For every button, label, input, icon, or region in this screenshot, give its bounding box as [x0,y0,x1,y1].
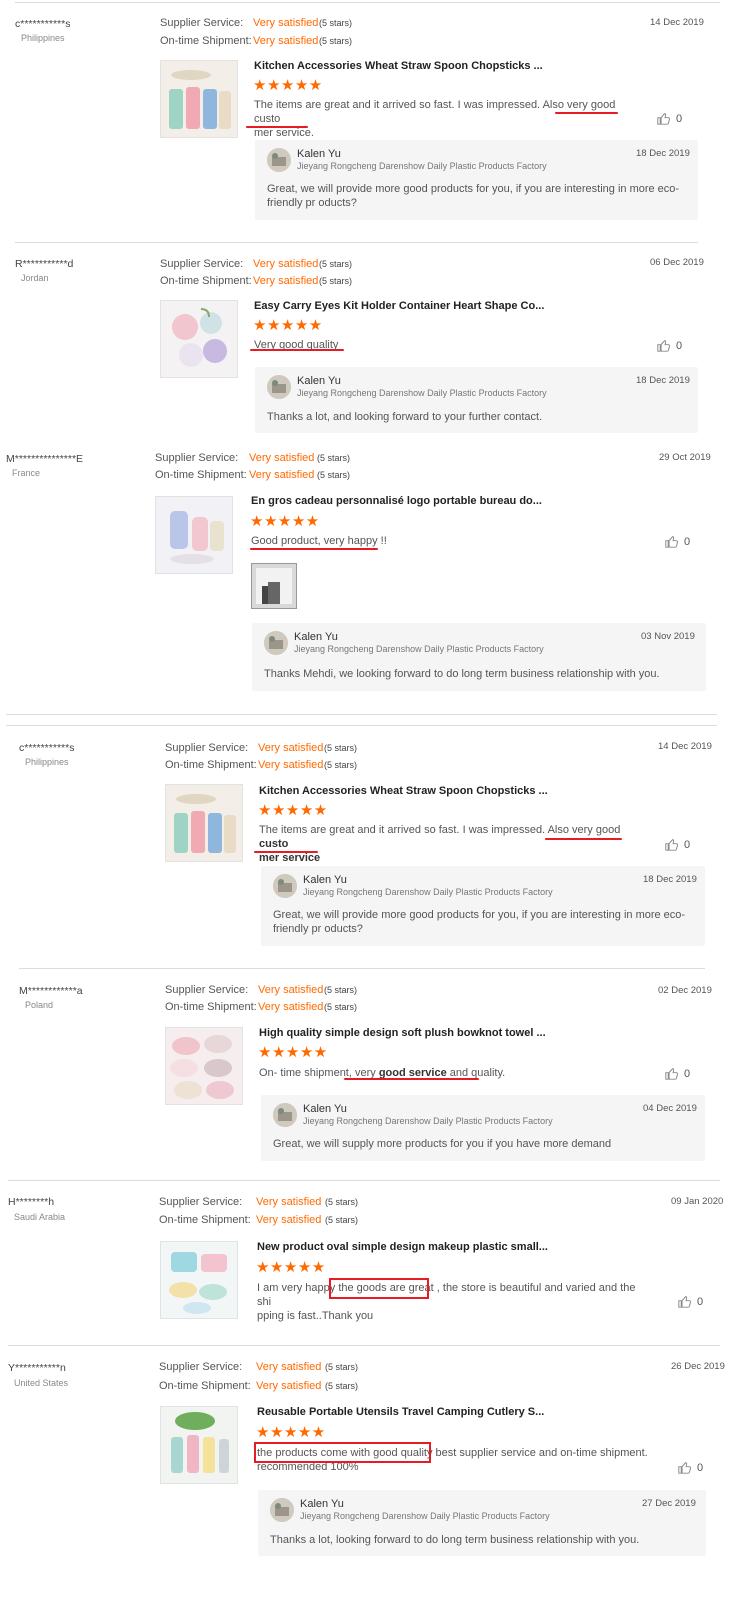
reply-date: 27 Dec 2019 [642,1498,696,1509]
like-count: 0 [697,1462,704,1474]
supplier-service-label: Supplier Service: [159,1361,243,1373]
ontime-shipment-label: On-time Shipment: [159,1380,251,1392]
thumbs-up-icon [678,1462,692,1474]
rating-stars: ★★★★★ [256,1424,326,1441]
supplier-reply: Kalen Yu Jieyang Rongcheng Darenshow Dai… [258,1490,706,1556]
product-thumbnail[interactable] [160,1406,238,1484]
ontime-shipment-stars: (5 stars) [325,1381,359,1391]
review-card: Y***********n United States Supplier Ser… [0,0,750,1616]
reply-author: Kalen Yu [300,1498,344,1510]
reviews-page: c***********s Philippines Supplier Servi… [0,0,750,1616]
supplier-service-stars: (5 stars) [325,1362,359,1372]
ontime-shipment-value: Very satisfied [256,1380,322,1392]
highlight-box [254,1442,431,1463]
like-button[interactable]: 0 [678,1461,703,1474]
buyer-name: Y***********n [8,1362,66,1374]
product-title-link[interactable]: Reusable Portable Utensils Travel Campin… [257,1406,544,1418]
buyer-country: United States [14,1378,69,1388]
review-date: 26 Dec 2019 [671,1361,725,1372]
supplier-service-value: Very satisfied [256,1361,322,1373]
avatar [270,1498,294,1522]
reply-company: Jieyang Rongcheng Darenshow Daily Plasti… [300,1511,550,1521]
reply-text: Thanks a lot, looking forward to do long… [270,1534,640,1546]
